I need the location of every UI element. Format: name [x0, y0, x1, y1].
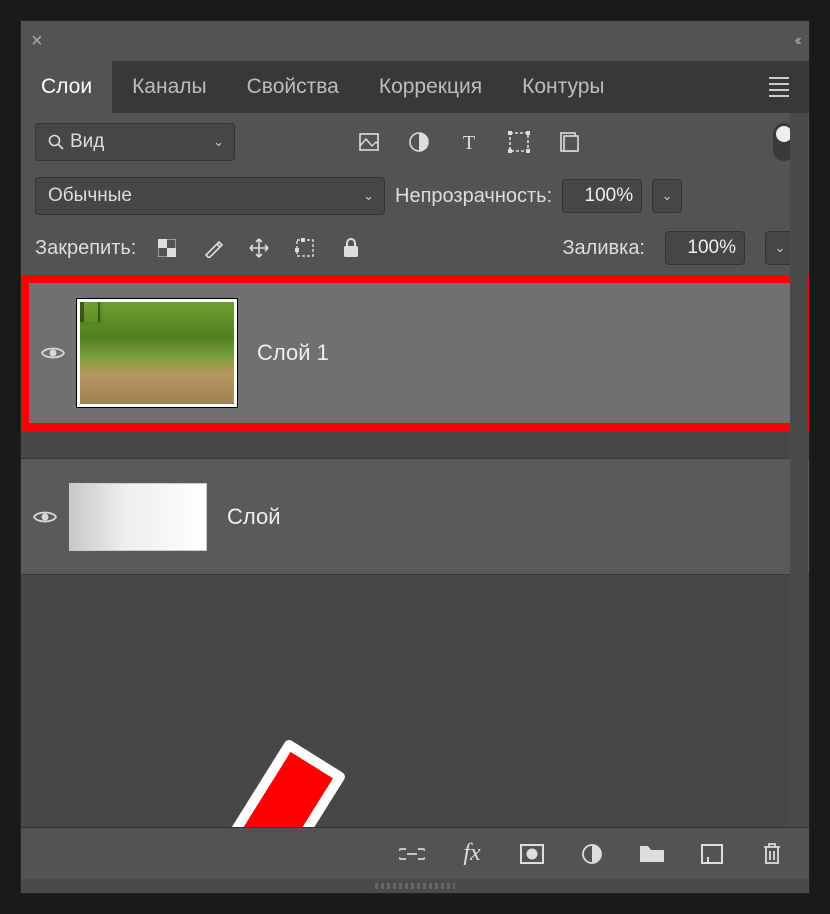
titlebar: × ‹‹: [21, 21, 809, 61]
new-layer-icon[interactable]: [699, 841, 725, 867]
layer-name[interactable]: Слой 1: [257, 340, 329, 366]
layers-panel: × ‹‹ Слои Каналы Свойства Коррекция Конт…: [20, 20, 810, 894]
panel-tabs: Слои Каналы Свойства Коррекция Контуры: [21, 61, 809, 113]
new-group-icon[interactable]: [639, 841, 665, 867]
opacity-chevron[interactable]: ⌄: [652, 179, 682, 213]
svg-text:T: T: [463, 132, 475, 153]
filter-shape-icon[interactable]: [507, 130, 531, 154]
layer-row[interactable]: Слой: [21, 459, 809, 575]
layers-list: Слой 1 Слой: [21, 275, 809, 827]
chevron-down-icon: ⌄: [213, 134, 224, 150]
annotation-arrow: [269, 745, 509, 827]
lock-pixels-icon[interactable]: [202, 237, 224, 259]
layer-name[interactable]: Слой: [227, 504, 281, 530]
scrollbar-rail[interactable]: [790, 113, 808, 827]
filter-image-icon[interactable]: [357, 130, 381, 154]
tab-layers[interactable]: Слои: [21, 61, 112, 113]
collapse-icon[interactable]: ‹‹: [794, 32, 799, 50]
tab-properties[interactable]: Свойства: [227, 61, 359, 113]
delete-layer-icon[interactable]: [759, 841, 785, 867]
layers-gap: [21, 431, 809, 459]
filter-kind-label: Вид: [70, 131, 104, 153]
opacity-input[interactable]: 100%: [562, 179, 642, 213]
visibility-toggle[interactable]: [21, 509, 69, 525]
add-mask-icon[interactable]: [519, 841, 545, 867]
layer-style-icon[interactable]: fx: [459, 841, 485, 867]
blend-mode-dropdown[interactable]: Обычные ⌄: [35, 177, 385, 215]
panel-menu-icon[interactable]: [759, 67, 799, 107]
filter-smartobject-icon[interactable]: [557, 130, 581, 154]
blend-row: Обычные ⌄ Непрозрачность: 100% ⌄: [21, 171, 809, 221]
opacity-label: Непрозрачность:: [395, 185, 552, 208]
close-icon[interactable]: ×: [31, 30, 43, 53]
lock-artboard-icon[interactable]: [294, 237, 316, 259]
filter-type-icon[interactable]: T: [457, 130, 481, 154]
filter-kind-dropdown[interactable]: Вид ⌄: [35, 123, 235, 161]
lock-transparency-icon[interactable]: [156, 237, 178, 259]
link-layers-icon[interactable]: [399, 841, 425, 867]
fill-input[interactable]: 100%: [665, 231, 745, 265]
layers-bottom-bar: fx: [21, 827, 809, 879]
adjustment-layer-icon[interactable]: [579, 841, 605, 867]
visibility-toggle[interactable]: [29, 345, 77, 361]
filter-adjustment-icon[interactable]: [407, 130, 431, 154]
lock-all-icon[interactable]: [340, 237, 362, 259]
fill-label: Заливка:: [562, 237, 645, 260]
tab-channels[interactable]: Каналы: [112, 61, 227, 113]
filter-row: Вид ⌄ T: [21, 113, 809, 171]
lock-position-icon[interactable]: [248, 237, 270, 259]
lock-label: Закрепить:: [35, 237, 136, 260]
layer-thumbnail[interactable]: [77, 299, 237, 407]
layer-thumbnail[interactable]: [69, 483, 207, 551]
lock-row: Закрепить: Заливка: 100% ⌄: [21, 221, 809, 275]
search-icon: [48, 134, 64, 150]
filter-kind-icons: T: [357, 130, 581, 154]
tab-paths[interactable]: Контуры: [502, 61, 624, 113]
chevron-down-icon: ⌄: [363, 188, 374, 204]
tab-adjustments[interactable]: Коррекция: [359, 61, 502, 113]
layer-row[interactable]: Слой 1: [21, 275, 809, 431]
resize-grip[interactable]: [21, 879, 809, 893]
blend-mode-value: Обычные: [48, 185, 132, 207]
